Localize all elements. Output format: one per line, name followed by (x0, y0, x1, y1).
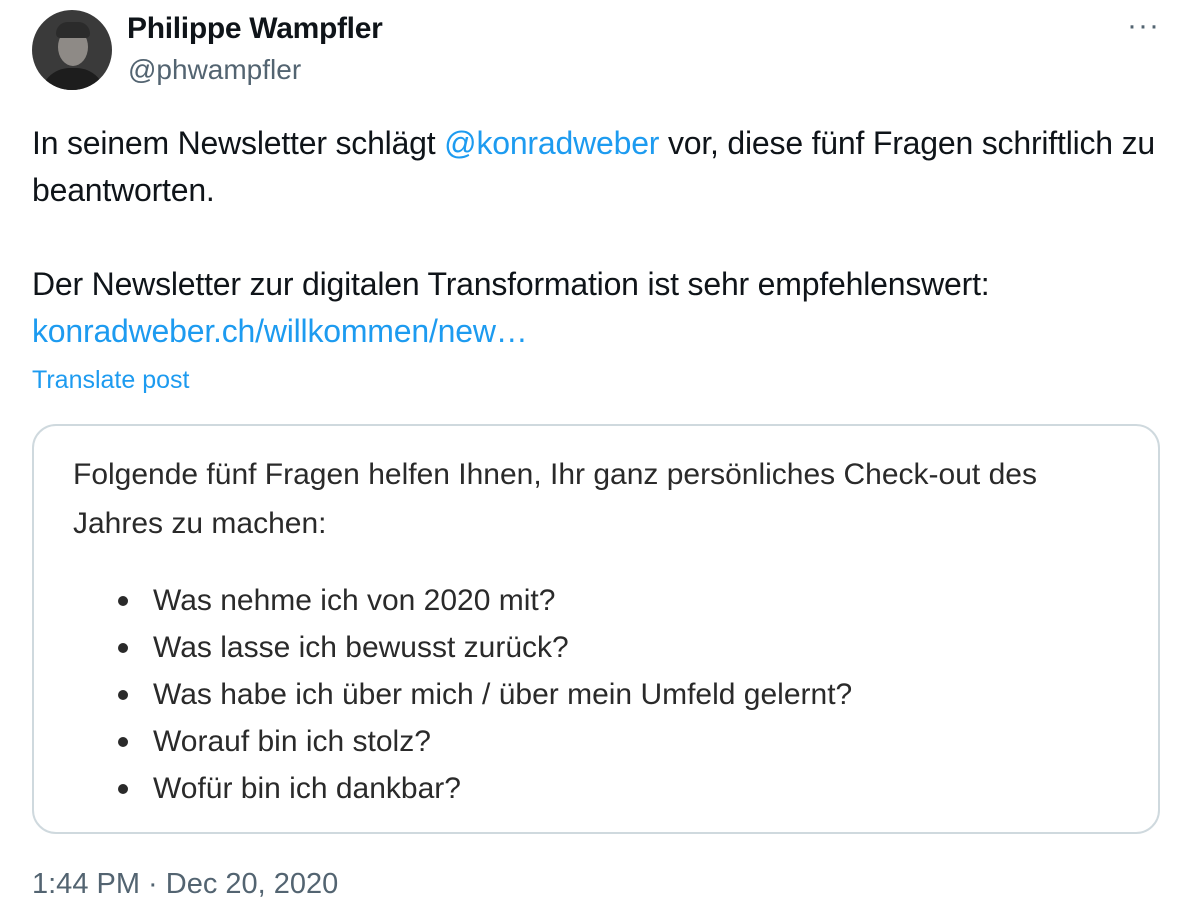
list-item: Wofür bin ich dankbar? (118, 765, 852, 812)
avatar[interactable] (32, 10, 112, 90)
list-item: Was lasse ich bewusst zurück? (118, 624, 852, 671)
image-card[interactable]: Folgende fünf Fragen helfen Ihnen, Ihr g… (32, 424, 1160, 834)
author-name[interactable]: Philippe Wampfler (127, 12, 383, 46)
avatar-hair (56, 22, 90, 38)
avatar-shoulders (40, 68, 106, 90)
list-item: Worauf bin ich stolz? (118, 718, 852, 765)
list-item: Was habe ich über mich / über mein Umfel… (118, 671, 852, 718)
post-text-part: In seinem Newsletter schlägt (32, 125, 445, 161)
post-text-part: Der Newsletter zur digitalen Transformat… (32, 266, 990, 302)
author-handle[interactable]: @phwampfler (128, 54, 301, 86)
card-intro-text: Folgende fünf Fragen helfen Ihnen, Ihr g… (73, 458, 1037, 540)
mention-link[interactable]: @konradweber (444, 125, 659, 161)
post-header: Philippe Wampfler @phwampfler ··· (32, 10, 1166, 92)
external-link[interactable]: konradweber.ch/willkommen/new… (32, 313, 528, 349)
translate-post-link[interactable]: Translate post (32, 366, 189, 395)
question-list: Was nehme ich von 2020 mit? Was lasse ic… (118, 577, 852, 812)
more-horizontal-icon[interactable]: ··· (1127, 11, 1160, 41)
post-paragraph-2: Der Newsletter zur digitalen Transformat… (32, 261, 1162, 355)
post-timestamp[interactable]: 1:44 PM · Dec 20, 2020 (32, 868, 338, 901)
list-item: Was nehme ich von 2020 mit? (118, 577, 852, 624)
post-paragraph-1: In seinem Newsletter schlägt @konradwebe… (32, 120, 1162, 214)
post-text: In seinem Newsletter schlägt @konradwebe… (32, 120, 1162, 355)
